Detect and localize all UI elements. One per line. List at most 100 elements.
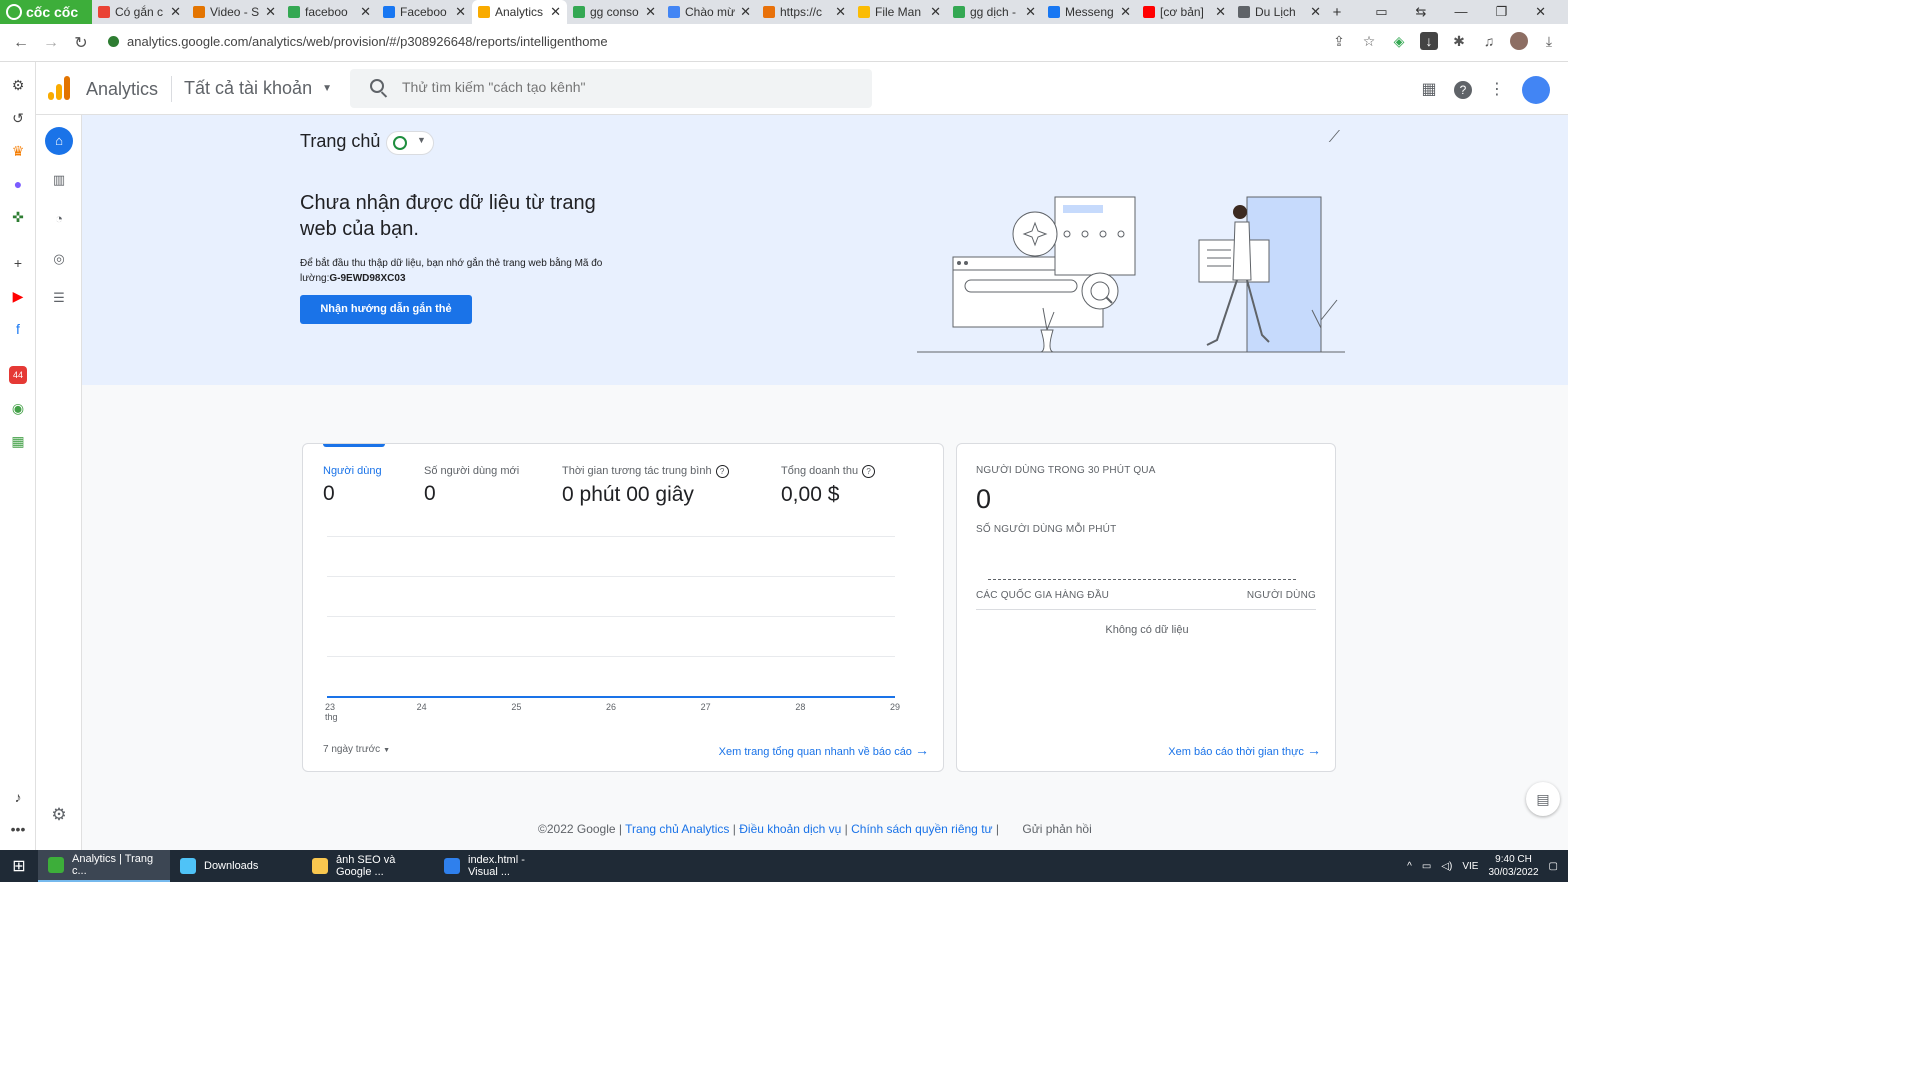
tab-close-icon[interactable]: ✕ — [645, 4, 656, 20]
nav-admin-gear-icon[interactable]: ⚙ — [45, 801, 73, 829]
nav-advertising-icon[interactable]: ◎ — [45, 245, 73, 273]
clock[interactable]: 9:40 CH 30/03/2022 — [1488, 853, 1538, 879]
volume-icon[interactable]: ◁) — [1441, 861, 1452, 872]
realtime-report-link[interactable]: Xem báo cáo thời gian thực → — [1168, 742, 1321, 758]
metric-total-revenue[interactable]: Tổng doanh thu? 0,00 $ — [781, 465, 876, 507]
tab-favicon-icon — [193, 6, 205, 18]
taskbar-item[interactable]: Downloads — [170, 850, 302, 882]
search-input[interactable] — [402, 79, 842, 95]
spreadsheet-icon[interactable]: ▦ — [9, 432, 27, 450]
browser-tab[interactable]: Chào mừ ✕ — [662, 0, 757, 24]
tab-close-icon[interactable]: ✕ — [835, 4, 846, 20]
nav-home-icon[interactable]: ⌂ — [45, 127, 73, 155]
insights-icon[interactable]: ⟋ — [1329, 129, 1340, 147]
help-icon[interactable]: ? — [1454, 81, 1472, 99]
browser-tab[interactable]: gg dịch - ✕ — [947, 0, 1042, 24]
add-icon[interactable]: + — [9, 254, 27, 272]
tab-search-icon[interactable]: ▭ — [1375, 4, 1387, 20]
browser-tab[interactable]: Có gắn c ✕ — [92, 0, 187, 24]
browser-tab[interactable]: Faceboo ✕ — [377, 0, 472, 24]
close-window-button[interactable]: ✕ — [1535, 4, 1546, 20]
browser-tab[interactable]: faceboo ✕ — [282, 0, 377, 24]
tab-close-icon[interactable]: ✕ — [265, 4, 276, 20]
media-icon[interactable]: ♫ — [1480, 32, 1498, 50]
tab-close-icon[interactable]: ✕ — [1120, 4, 1131, 20]
maximize-button[interactable]: ❐ — [1495, 4, 1507, 20]
apps-grid-icon[interactable]: ▦ — [1418, 79, 1440, 101]
share-icon[interactable]: ⇪ — [1330, 32, 1348, 50]
more-vert-icon[interactable]: ⋮ — [1486, 79, 1508, 101]
footer-link-privacy[interactable]: Chính sách quyền riêng tư — [851, 822, 992, 836]
metric-users[interactable]: Người dùng 0 — [323, 465, 382, 506]
more-dots-icon[interactable]: ••• — [9, 820, 27, 838]
forward-icon[interactable]: → — [36, 34, 66, 52]
account-selector[interactable]: Tất cả tài khoản ▼ — [184, 78, 332, 99]
help-circle-icon[interactable]: ? — [862, 465, 876, 478]
back-forward-cache-icon[interactable]: ⇆ — [1416, 4, 1427, 20]
browser-tab[interactable]: Video - S ✕ — [187, 0, 282, 24]
date-range-selector[interactable]: 7 ngày trước ▼ — [323, 744, 390, 755]
tab-close-icon[interactable]: ✕ — [1310, 4, 1321, 20]
url-field[interactable]: analytics.google.com/analytics/web/provi… — [108, 34, 608, 49]
tab-close-icon[interactable]: ✕ — [360, 4, 371, 20]
tab-close-icon[interactable]: ✕ — [930, 4, 941, 20]
browser-tab[interactable]: gg conso ✕ — [567, 0, 662, 24]
tab-close-icon[interactable]: ✕ — [1025, 4, 1036, 20]
footer-feedback-link[interactable]: Gửi phản hồi — [1022, 822, 1091, 836]
browser-tab[interactable]: File Man ✕ — [852, 0, 947, 24]
browser-tab[interactable]: https://c ✕ — [757, 0, 852, 24]
metric-engagement-time[interactable]: Thời gian tương tác trung bình? 0 phút 00… — [562, 465, 729, 507]
nav-explore-icon[interactable]: ◔ — [45, 205, 73, 233]
new-tab-button[interactable]: + — [1327, 4, 1347, 21]
tab-close-icon[interactable]: ✕ — [550, 4, 561, 20]
history-icon[interactable]: ↺ — [9, 109, 27, 127]
coccoc-extension-icon[interactable]: ◉ — [9, 399, 27, 417]
network-icon[interactable]: ▭ — [1422, 861, 1431, 872]
coccoc-logo[interactable]: cốc cốc — [0, 0, 92, 24]
profile-avatar-icon[interactable] — [1510, 32, 1528, 50]
tray-chevron-icon[interactable]: ^ — [1407, 861, 1412, 872]
nav-reports-icon[interactable]: ▥ — [45, 166, 73, 194]
tab-close-icon[interactable]: ✕ — [1215, 4, 1226, 20]
downloads-icon[interactable]: ⤓ — [1540, 32, 1558, 50]
search-box[interactable] — [350, 69, 872, 108]
language-indicator[interactable]: VIE — [1462, 861, 1478, 872]
taskbar-item[interactable]: index.html - Visual ... — [434, 850, 566, 882]
feedback-icon[interactable]: ▤ — [1526, 782, 1560, 816]
footer-link-home[interactable]: Trang chủ Analytics — [625, 822, 729, 836]
help-circle-icon[interactable]: ? — [715, 465, 729, 478]
crown-icon[interactable]: ♛ — [9, 142, 27, 160]
tab-close-icon[interactable]: ✕ — [455, 4, 466, 20]
reload-icon[interactable]: ↻ — [66, 33, 96, 53]
notifications-bell-icon[interactable]: ♪ — [9, 788, 27, 806]
game-icon[interactable]: ✜ — [9, 208, 27, 226]
tagging-guide-button[interactable]: Nhận hướng dẫn gắn thẻ — [300, 295, 472, 324]
footer-link-terms[interactable]: Điều khoản dịch vụ — [739, 822, 841, 836]
overview-report-link[interactable]: Xem trang tổng quan nhanh về báo cáo → — [719, 742, 929, 758]
browser-tab[interactable]: [cơ bản] ✕ — [1137, 0, 1232, 24]
messenger-icon[interactable]: ● — [9, 175, 27, 193]
windows-start-icon[interactable]: ⊞ — [0, 856, 38, 876]
extensions-puzzle-icon[interactable]: ✱ — [1450, 32, 1468, 50]
account-avatar[interactable] — [1522, 76, 1550, 104]
browser-tab[interactable]: Du Lịch ✕ — [1232, 0, 1327, 24]
bookmark-star-icon[interactable]: ☆ — [1360, 32, 1378, 50]
nav-configure-icon[interactable]: ☰ — [45, 284, 73, 312]
status-badge[interactable]: ▼ — [386, 131, 434, 155]
metric-new-users[interactable]: Số người dùng mới 0 — [424, 465, 519, 506]
minimize-button[interactable]: — — [1454, 4, 1467, 20]
back-icon[interactable]: ← — [6, 34, 36, 52]
youtube-icon[interactable]: ▶ — [9, 287, 27, 305]
facebook-icon[interactable]: f — [9, 320, 27, 338]
notification-center-icon[interactable]: ▢ — [1549, 861, 1558, 872]
settings-gear-icon[interactable]: ⚙ — [9, 76, 27, 94]
download-extension-icon[interactable]: ↓ — [1420, 32, 1438, 50]
browser-tab[interactable]: Messeng ✕ — [1042, 0, 1137, 24]
taskbar-item[interactable]: Analytics | Trang c... — [38, 850, 170, 882]
tab-close-icon[interactable]: ✕ — [740, 4, 751, 20]
calendar-icon[interactable]: 44 — [9, 366, 27, 384]
browser-tab[interactable]: Analytics ✕ — [472, 0, 567, 24]
taskbar-item[interactable]: ảnh SEO và Google ... — [302, 850, 434, 882]
tab-close-icon[interactable]: ✕ — [170, 4, 181, 20]
extension-shield-icon[interactable]: ◈ — [1390, 32, 1408, 50]
